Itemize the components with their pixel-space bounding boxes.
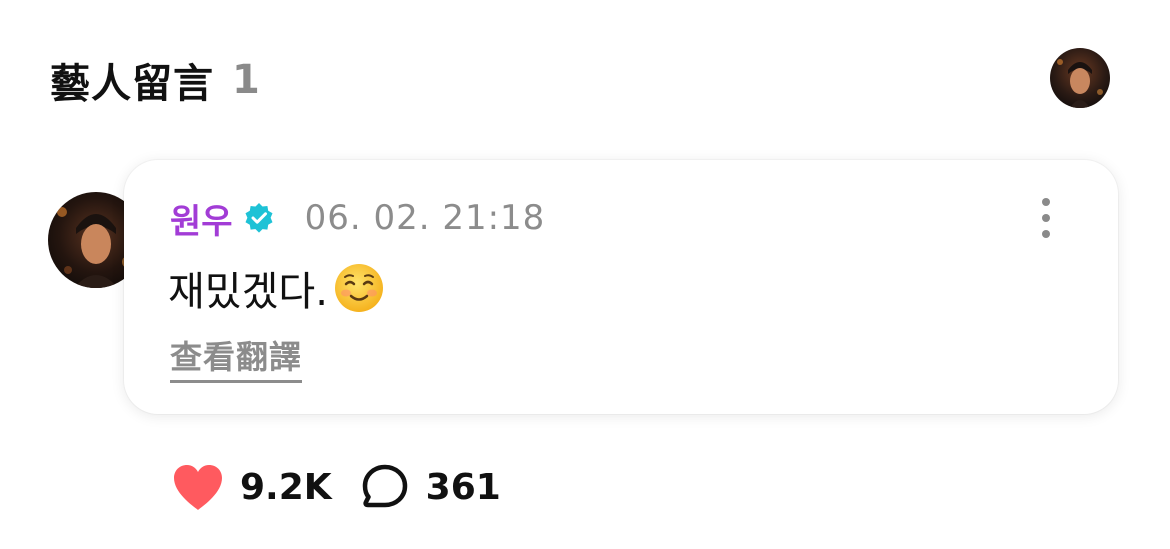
comment-actions: 9.2K 361 [170,462,501,512]
comment-count: 1 [232,57,260,103]
more-vertical-icon [1042,198,1050,238]
comment-author-name[interactable]: 원우 [170,194,233,243]
speech-bubble-icon [360,462,410,512]
like-count: 9.2K [240,466,332,508]
artist-avatar[interactable] [1050,48,1110,108]
comment-card: 원우 06. 02. 21:18 재밌겠다. 查看翻譯 [124,160,1118,414]
section-title: 藝人留言 [50,61,214,107]
translate-link[interactable]: 查看翻譯 [170,338,303,383]
comment-body: 재밌겠다. [168,260,386,316]
heart-icon [170,462,226,512]
comment-meta: 원우 06. 02. 21:18 [170,194,545,242]
reply-button[interactable]: 361 [360,462,501,512]
comment-timestamp: 06. 02. 21:18 [304,198,546,238]
comment-text: 재밌겠다. [168,269,328,315]
verified-badge-icon [243,202,275,234]
smiling-face-emoji-icon [332,261,386,315]
like-button[interactable]: 9.2K [170,462,332,512]
more-options-button[interactable] [1028,196,1064,240]
reply-count: 361 [425,466,501,508]
section-header: 藝人留言 1 [50,52,260,108]
